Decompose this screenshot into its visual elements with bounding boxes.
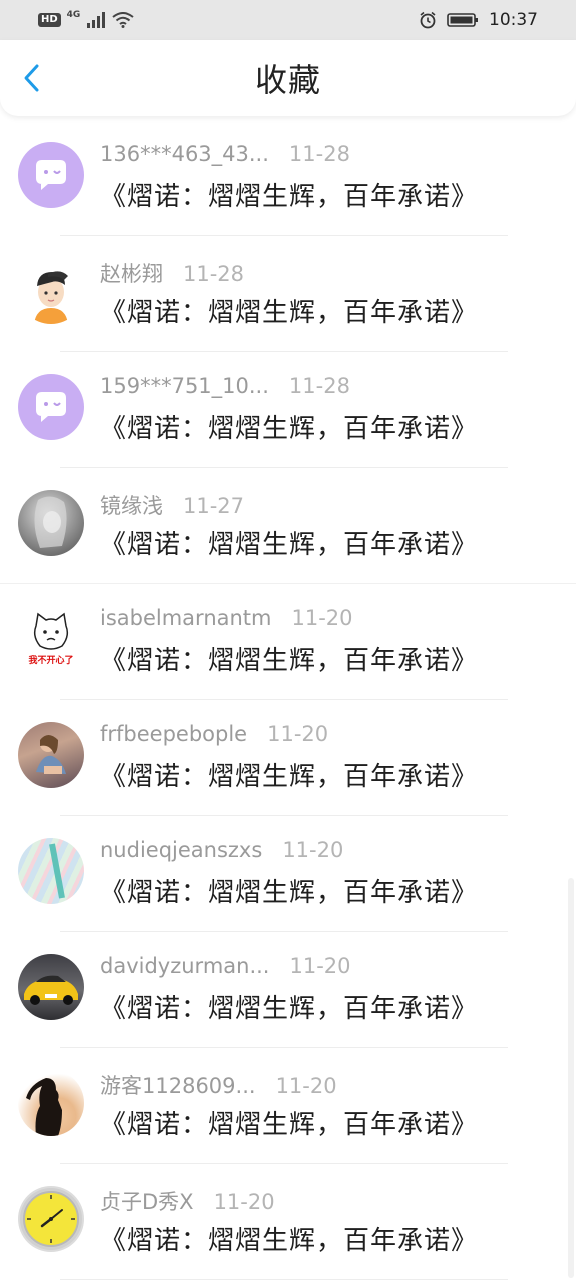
item-meta: davidyzurman... 11-20 xyxy=(100,954,351,978)
item-meta: nudieqjeanszxs 11-20 xyxy=(100,838,343,862)
silhouette-photo-icon xyxy=(26,1078,62,1136)
alarm-icon xyxy=(420,11,436,29)
header: 收藏 xyxy=(0,40,576,116)
woman-photo-icon xyxy=(36,735,66,774)
item-title: 《熠诺：熠熠生辉，百年承诺》 xyxy=(100,1110,479,1140)
avatar xyxy=(18,838,84,904)
clock-time: 10:37 xyxy=(489,10,538,30)
item-title: 《熠诺：熠熠生辉，百年承诺》 xyxy=(100,878,479,908)
item-date: 11-20 xyxy=(291,606,353,630)
page-title: 收藏 xyxy=(254,61,321,99)
chat-bubble-icon xyxy=(36,160,66,190)
list-item[interactable]: 赵彬翔 11-28 《熠诺：熠熠生辉，百年承诺》 xyxy=(0,236,576,352)
item-username: 贞子D秀X xyxy=(100,1190,194,1214)
item-date: 11-20 xyxy=(275,1074,337,1098)
status-right: 10:37 xyxy=(419,10,538,30)
list-item[interactable]: 贞子D秀X 11-20 《熠诺：熠熠生辉，百年承诺》 xyxy=(0,1164,576,1280)
list-item[interactable]: 游客1128609... 11-20 《熠诺：熠熠生辉，百年承诺》 xyxy=(0,1048,576,1164)
item-date: 11-20 xyxy=(213,1190,275,1214)
avatar xyxy=(18,258,84,324)
avatar xyxy=(18,1070,84,1136)
list-item[interactable]: davidyzurman... 11-20 《熠诺：熠熠生辉，百年承诺》 xyxy=(0,932,576,1048)
network-type: 4G xyxy=(66,10,81,20)
item-username: davidyzurman... xyxy=(100,954,270,978)
item-title: 《熠诺：熠熠生辉，百年承诺》 xyxy=(100,1226,479,1256)
item-date: 11-28 xyxy=(288,374,350,398)
item-date: 11-20 xyxy=(282,838,344,862)
item-username: 镜缘浅 xyxy=(100,494,163,518)
list-item[interactable]: nudieqjeanszxs 11-20 《熠诺：熠熠生辉，百年承诺》 xyxy=(0,816,576,932)
item-date: 11-28 xyxy=(183,262,245,286)
item-date: 11-20 xyxy=(267,722,329,746)
item-title: 《熠诺：熠熠生辉，百年承诺》 xyxy=(100,530,479,560)
item-username: 赵彬翔 xyxy=(100,262,163,286)
item-title: 《熠诺：熠熠生辉，百年承诺》 xyxy=(100,182,479,212)
list-item[interactable]: 159***751_10... 11-28 《熠诺：熠熠生辉，百年承诺》 xyxy=(0,352,576,468)
avatar xyxy=(18,954,84,1020)
item-title: 《熠诺：熠熠生辉，百年承诺》 xyxy=(100,762,479,792)
avatar: 我不开心了 xyxy=(18,606,84,672)
battery-icon xyxy=(447,13,478,27)
portrait-photo-icon xyxy=(34,496,67,548)
item-meta: 镜缘浅 11-27 xyxy=(100,490,244,520)
back-button[interactable] xyxy=(14,60,50,96)
status-left: HD 4G xyxy=(38,10,134,28)
chat-bubble-icon xyxy=(36,392,66,422)
item-title: 《熠诺：熠熠生辉，百年承诺》 xyxy=(100,414,479,444)
item-title: 《熠诺：熠熠生辉，百年承诺》 xyxy=(100,298,479,328)
item-date: 11-20 xyxy=(289,954,351,978)
item-meta: 赵彬翔 11-28 xyxy=(100,258,244,288)
item-username: isabelmarnantm xyxy=(100,606,272,630)
item-meta: 159***751_10... 11-28 xyxy=(100,374,350,398)
item-meta: isabelmarnantm 11-20 xyxy=(100,606,353,630)
striped-photo-icon xyxy=(49,843,65,899)
item-meta: frfbeepebople 11-20 xyxy=(100,722,328,746)
scrollbar[interactable] xyxy=(568,878,574,1278)
item-title: 《熠诺：熠熠生辉，百年承诺》 xyxy=(100,646,479,676)
item-date: 11-27 xyxy=(183,494,245,518)
list-item[interactable]: 我不开心了 isabelmarnantm 11-20 《熠诺：熠熠生辉，百年承诺… xyxy=(0,584,576,700)
item-meta: 贞子D秀X 11-20 xyxy=(100,1186,275,1216)
item-username: 136***463_43... xyxy=(100,142,269,166)
signal-icon xyxy=(87,12,106,28)
favorites-list: 136***463_43... 11-28 《熠诺：熠熠生辉，百年承诺》 赵彬翔… xyxy=(0,120,576,1280)
hd-badge: HD xyxy=(38,13,61,27)
item-username: nudieqjeanszxs xyxy=(100,838,263,862)
yellow-car-icon xyxy=(24,975,78,1005)
item-title: 《熠诺：熠熠生辉，百年承诺》 xyxy=(100,994,479,1024)
list-item[interactable]: 136***463_43... 11-28 《熠诺：熠熠生辉，百年承诺》 xyxy=(0,120,576,236)
cartoon-boy-icon xyxy=(34,271,68,324)
avatar xyxy=(18,374,84,440)
list-item[interactable]: 镜缘浅 11-27 《熠诺：熠熠生辉，百年承诺》 xyxy=(0,468,576,584)
item-meta: 游客1128609... 11-20 xyxy=(100,1070,337,1100)
yellow-clock-icon xyxy=(20,1188,82,1250)
chevron-left-icon xyxy=(24,64,39,92)
list-item[interactable]: frfbeepebople 11-20 《熠诺：熠熠生辉，百年承诺》 xyxy=(0,700,576,816)
status-bar: HD 4G 10:37 xyxy=(0,0,576,40)
wifi-icon xyxy=(112,12,134,28)
item-username: 游客1128609... xyxy=(100,1074,256,1098)
item-username: 159***751_10... xyxy=(100,374,269,398)
avatar xyxy=(18,1186,84,1252)
item-date: 11-28 xyxy=(288,142,350,166)
avatar xyxy=(18,142,84,208)
avatar xyxy=(18,722,84,788)
sticker-caption: 我不开心了 xyxy=(28,656,74,666)
item-username: frfbeepebople xyxy=(100,722,248,746)
item-meta: 136***463_43... 11-28 xyxy=(100,142,350,166)
avatar xyxy=(18,490,84,556)
